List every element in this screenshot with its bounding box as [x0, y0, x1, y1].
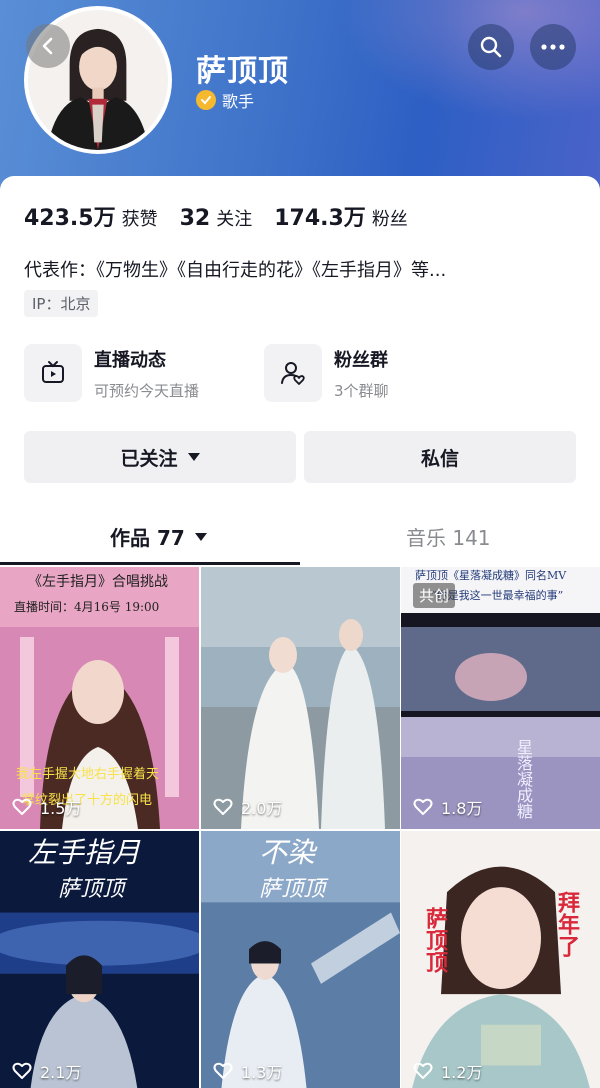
video-likes: 2.1万 — [12, 1059, 81, 1083]
search-button[interactable] — [468, 24, 514, 70]
heart-icon — [213, 798, 233, 815]
stat-followers-label: 粉丝 — [371, 209, 408, 230]
stat-likes-value: 423.5万 — [24, 206, 116, 231]
video-likes: 2.0万 — [213, 795, 282, 819]
ip-location-tag: IP：北京 — [24, 290, 99, 317]
more-button[interactable] — [530, 24, 576, 70]
chevron-left-icon — [42, 37, 53, 55]
video-likes-count: 2.0万 — [241, 799, 283, 818]
heart-icon — [12, 1062, 32, 1079]
search-icon — [480, 36, 502, 58]
followed-button[interactable]: 已关注 — [24, 431, 296, 483]
fan-group-title: 粉丝群 — [334, 349, 388, 371]
video-caption: 萨顶顶《星落凝成糖》同名MV — [415, 569, 567, 582]
tab-music-label: 音乐 141 — [406, 526, 491, 550]
verified-badge-icon — [196, 90, 216, 110]
live-feature[interactable]: 直播动态 可预约今天直播 — [24, 344, 199, 402]
profile-page: { "profile": { "name": "萨顶顶", "verified_… — [0, 0, 600, 1088]
tv-icon — [24, 344, 82, 402]
video-caption: 拜年了 — [554, 891, 580, 957]
bio-text[interactable]: 代表作：《万物生》《自由行走的花》《左手指月》等... — [24, 256, 446, 282]
stat-likes[interactable]: 423.5万 获赞 — [24, 200, 158, 232]
video-caption: 直播时间：4月16号 19:00 — [14, 600, 160, 614]
tab-works[interactable]: 作品 77 — [110, 522, 207, 551]
video-likes: 1.5万 — [12, 795, 81, 819]
video-likes: 1.8万 — [413, 795, 482, 819]
stat-followers-value: 174.3万 — [274, 206, 366, 231]
caret-down-icon — [187, 453, 200, 461]
stat-following-label: 关注 — [216, 209, 253, 230]
content-tabs: 作品 77 音乐 141 — [0, 516, 600, 566]
video-tile[interactable]: 萨顶顶《星落凝成糖》同名MV “你是我这一世最幸福的事” 星落凝成糖 共创 1.… — [401, 567, 600, 829]
back-button[interactable] — [26, 24, 70, 68]
verification: 歌手 — [196, 88, 254, 112]
video-caption: 不染 — [259, 836, 316, 869]
live-feature-subtitle: 可预约今天直播 — [94, 381, 200, 400]
stat-following[interactable]: 32 关注 — [180, 205, 253, 231]
video-tile[interactable]: 2.0万 — [201, 567, 400, 829]
followed-button-label: 已关注 — [120, 447, 178, 470]
live-feature-title: 直播动态 — [94, 349, 166, 371]
video-tile[interactable]: 左手指月 萨顶顶 2.1万 — [0, 831, 199, 1088]
video-caption: 萨顶顶 — [58, 877, 125, 902]
fan-group-feature[interactable]: 粉丝群 3个群聊 — [264, 344, 389, 402]
message-button[interactable]: 私信 — [304, 431, 576, 483]
message-button-label: 私信 — [420, 447, 459, 470]
video-likes-count: 1.8万 — [441, 799, 483, 818]
active-tab-indicator — [0, 562, 300, 565]
video-likes: 1.3万 — [213, 1059, 282, 1083]
video-grid: 《左手指月》合唱挑战 直播时间：4月16号 19:00 我左手握大地右手握着天 … — [0, 567, 600, 1088]
video-likes-count: 2.1万 — [40, 1063, 82, 1082]
verified-label: 歌手 — [222, 92, 255, 111]
heart-icon — [413, 798, 433, 815]
heart-icon — [413, 1062, 433, 1079]
video-caption: 《左手指月》合唱挑战 — [28, 574, 168, 590]
video-caption: 萨顶顶 — [422, 907, 448, 973]
fan-group-subtitle: 3个群聊 — [334, 381, 389, 400]
video-likes-count: 1.2万 — [441, 1063, 483, 1082]
video-tile[interactable]: 不染 萨顶顶 1.3万 — [201, 831, 400, 1088]
stat-followers[interactable]: 174.3万 粉丝 — [274, 200, 408, 232]
video-likes: 1.2万 — [413, 1059, 482, 1083]
video-likes-count: 1.3万 — [241, 1063, 283, 1082]
heart-icon — [12, 798, 32, 815]
fan-group-icon — [264, 344, 322, 402]
video-caption: 萨顶顶 — [259, 877, 326, 902]
heart-icon — [213, 1062, 233, 1079]
caret-down-icon — [194, 532, 207, 541]
tab-works-label: 作品 77 — [110, 526, 185, 550]
stat-likes-label: 获赞 — [121, 209, 158, 230]
video-art-text: 星落凝成糖 — [514, 739, 533, 819]
co-creation-badge: 共创 — [413, 583, 456, 608]
video-tile[interactable]: 萨顶顶 拜年了 1.2万 — [401, 831, 600, 1088]
more-dots-icon — [541, 44, 565, 50]
video-caption: 左手指月 — [28, 836, 141, 869]
tab-music[interactable]: 音乐 141 — [406, 522, 491, 551]
video-tile[interactable]: 《左手指月》合唱挑战 直播时间：4月16号 19:00 我左手握大地右手握着天 … — [0, 567, 199, 829]
video-likes-count: 1.5万 — [40, 799, 82, 818]
stats-row: 423.5万 获赞 32 关注 174.3万 粉丝 — [24, 200, 430, 232]
profile-name: 萨顶顶 — [196, 54, 289, 89]
video-subtitle: 我左手握大地右手握着天 — [16, 767, 160, 782]
stat-following-value: 32 — [179, 206, 211, 231]
